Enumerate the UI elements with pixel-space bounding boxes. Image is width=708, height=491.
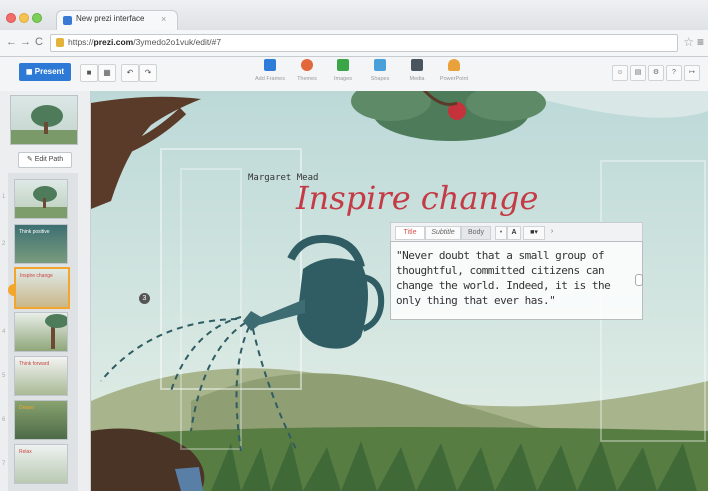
bookmark-star-icon[interactable]: ☆	[683, 35, 694, 49]
url-path: /3ymedo2o1vuk/edit/#7	[133, 37, 222, 47]
lock-icon	[56, 38, 64, 47]
url-host: prezi.com	[93, 37, 134, 47]
path-sidebar: ✎ Edit Path 1 2 Think positive Inspire c…	[0, 91, 91, 491]
step-number: 7	[2, 461, 6, 467]
presentation-canvas[interactable]: Inspire change Title Subtitle Body • A ■…	[91, 91, 708, 491]
collaborators-icon[interactable]: ☺	[612, 65, 628, 81]
print-icon[interactable]: ▤	[630, 65, 646, 81]
quote-text-box[interactable]: "Never doubt that a small group of thoug…	[390, 241, 643, 320]
thumbnail-caption: Think forward	[19, 361, 50, 367]
path-thumbnail-selected[interactable]: Inspire change	[14, 267, 70, 309]
edit-path-label: Edit Path	[34, 156, 64, 163]
back-icon[interactable]: ←	[6, 36, 17, 48]
text-format-toolbar: Title Subtitle Body • A ■▾ ›	[390, 222, 643, 242]
reload-icon[interactable]: C	[35, 36, 43, 48]
help-icon[interactable]: ?	[666, 65, 682, 81]
powerpoint-icon	[448, 59, 460, 71]
present-button[interactable]: ◼ Present	[19, 63, 71, 81]
format-title-button[interactable]: Title	[395, 226, 425, 240]
add-frames-button[interactable]: Add Frames	[250, 59, 290, 82]
browser-tab-bar: New prezi interface ×	[0, 0, 708, 31]
url-input[interactable]: https://prezi.com/3ymedo2o1vuk/edit/#7	[50, 34, 678, 52]
url-scheme: https://	[68, 37, 94, 47]
powerpoint-label: PowerPoint	[439, 76, 469, 82]
step-number: 1	[2, 194, 6, 200]
overview-thumbnail[interactable]	[10, 95, 78, 145]
chevron-right-icon[interactable]: ›	[547, 226, 557, 238]
media-button[interactable]: Media	[397, 59, 437, 82]
text-box-resize-handle[interactable]	[635, 274, 643, 286]
format-body-button[interactable]: Body	[461, 226, 491, 240]
themes-button[interactable]: Themes	[287, 59, 327, 82]
browser-address-bar: ← → C https://prezi.com/3ymedo2o1vuk/edi…	[0, 30, 708, 57]
shapes-label: Shapes	[370, 76, 390, 82]
image-icon	[337, 59, 349, 71]
window-minimize-button[interactable]	[19, 13, 29, 23]
quote-author[interactable]: Margaret Mead	[248, 173, 318, 183]
shapes-button[interactable]: Shapes	[360, 59, 400, 82]
undo-icon[interactable]: ↶	[121, 64, 139, 82]
shapes-icon	[374, 59, 386, 71]
present-label: Present	[34, 67, 65, 76]
path-thumbnail[interactable]: Relax	[14, 444, 68, 484]
browser-tab[interactable]: New prezi interface ×	[56, 10, 178, 31]
thumbnail-caption: Dream	[19, 405, 35, 411]
add-frames-label: Add Frames	[255, 76, 285, 82]
step-number: 4	[2, 329, 6, 335]
palette-icon	[301, 59, 313, 71]
path-thumbnail[interactable]: Dream	[14, 400, 68, 440]
media-icon	[411, 59, 423, 71]
step-number: 6	[2, 417, 6, 423]
redo-icon[interactable]: ↷	[139, 64, 157, 82]
text-color-dropdown[interactable]: ■▾	[523, 226, 545, 240]
media-label: Media	[409, 76, 425, 82]
thumbnail-tree-image	[15, 186, 67, 218]
present-icon: ◼	[25, 67, 33, 76]
path-thumbnail[interactable]: Think positive	[14, 224, 68, 264]
bullet-list-icon[interactable]: •	[495, 226, 507, 240]
step-number: 2	[2, 241, 6, 247]
quote-text[interactable]: "Never doubt that a small group of thoug…	[396, 248, 636, 308]
thumbnail-tree-image	[45, 314, 67, 349]
thumbnail-caption: Think positive	[19, 229, 50, 235]
prezi-toolbar: ◼ Present ■ ▦ ↶ ↷ Add Frames Themes Imag…	[0, 57, 708, 92]
url-text: https://prezi.com/3ymedo2o1vuk/edit/#7	[68, 37, 221, 47]
thumbnail-caption: Inspire change	[20, 273, 53, 279]
forward-icon[interactable]: →	[20, 36, 31, 48]
path-thumbnail[interactable]	[14, 179, 68, 219]
thumbnail-caption: Relax	[19, 449, 32, 455]
slide-title[interactable]: Inspire change	[296, 179, 538, 217]
format-subtitle-button[interactable]: Subtitle	[425, 226, 461, 240]
images-button[interactable]: Images	[323, 59, 363, 82]
path-step-marker[interactable]: 3	[139, 293, 150, 304]
window-close-button[interactable]	[6, 13, 16, 23]
browser-menu-icon[interactable]: ≡	[697, 35, 704, 49]
plus-icon	[264, 59, 276, 71]
images-label: Images	[333, 76, 353, 82]
edit-path-button[interactable]: ✎ Edit Path	[18, 152, 72, 168]
tab-title: New prezi interface	[76, 14, 145, 23]
overview-tree-image	[11, 105, 77, 144]
window-maximize-button[interactable]	[32, 13, 42, 23]
path-thumbnail[interactable]	[14, 312, 68, 352]
prezi-favicon-icon	[63, 16, 72, 25]
settings-icon[interactable]: ⚙	[648, 65, 664, 81]
step-number: 5	[2, 373, 6, 379]
font-size-icon[interactable]: A	[507, 226, 521, 240]
powerpoint-button[interactable]: PowerPoint	[434, 59, 474, 82]
exit-icon[interactable]: ↦	[684, 65, 700, 81]
themes-label: Themes	[297, 76, 317, 82]
save-icon[interactable]: ■	[80, 64, 98, 82]
tab-close-icon[interactable]: ×	[161, 14, 166, 24]
pencil-icon: ✎	[26, 156, 33, 163]
path-thumbnail[interactable]: Think forward	[14, 356, 68, 396]
share-icon[interactable]: ▦	[98, 64, 116, 82]
